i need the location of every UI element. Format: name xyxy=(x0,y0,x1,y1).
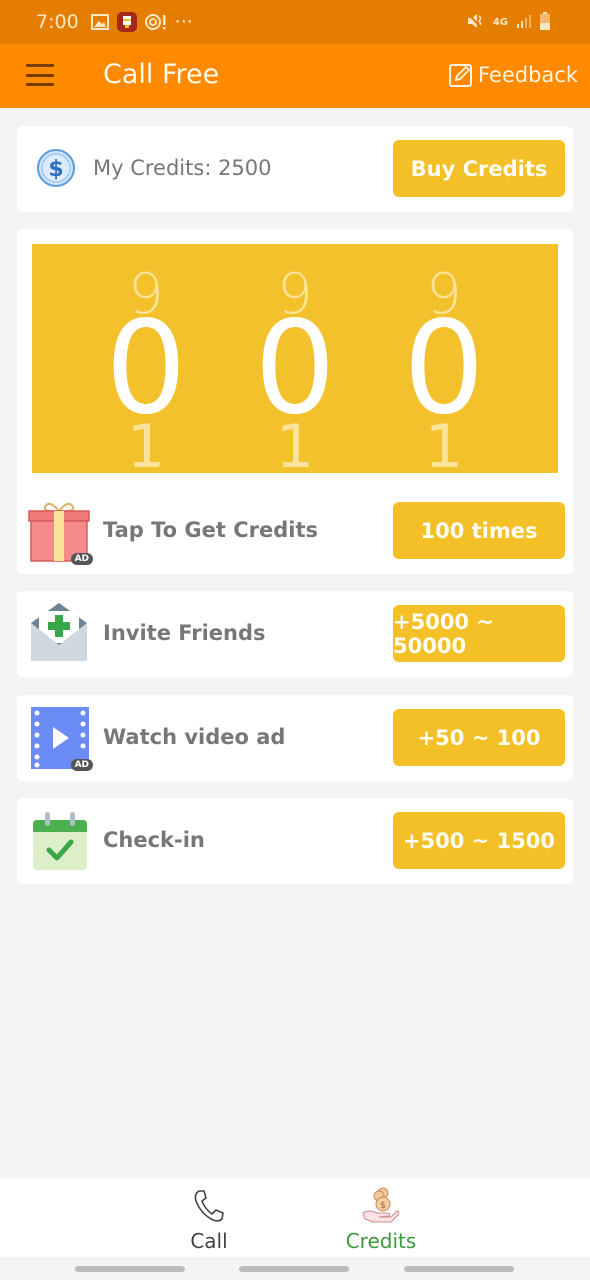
task-label: Tap To Get Credits xyxy=(103,518,319,542)
ad-badge: AD xyxy=(70,759,93,771)
gift-icon: AD xyxy=(27,499,93,565)
app-notification-icon xyxy=(116,12,137,32)
nav-credits-label: Credits xyxy=(345,1229,417,1253)
task-label: Invite Friends xyxy=(103,621,266,645)
my-credits-text: My Credits: 2500 xyxy=(93,156,272,180)
slot-machine-card: 9 0 1 9 0 1 9 0 1 AD Tap To Get Credits … xyxy=(17,229,573,574)
feedback-button[interactable]: Feedback xyxy=(448,62,578,88)
bottom-nav: Call $ Credits xyxy=(0,1179,590,1257)
slot-reel: 9 0 1 xyxy=(399,244,489,473)
slot-machine[interactable]: 9 0 1 9 0 1 9 0 1 xyxy=(32,244,558,473)
nav-call[interactable]: Call xyxy=(159,1187,259,1253)
image-icon xyxy=(90,14,109,30)
tap-to-get-credits-button[interactable]: 100 times xyxy=(393,502,565,559)
video-play-icon: AD xyxy=(27,705,93,771)
svg-text:$: $ xyxy=(380,1201,386,1211)
credits-card: $ My Credits: 2500 Buy Credits xyxy=(17,126,573,212)
back-button[interactable] xyxy=(404,1266,514,1272)
invite-friends-button[interactable]: +5000 ~ 50000 xyxy=(393,605,565,662)
ad-badge: AD xyxy=(70,553,93,565)
check-in-button[interactable]: +500 ~ 1500 xyxy=(393,812,565,869)
menu-button[interactable] xyxy=(26,64,54,86)
task-label: Check-in xyxy=(103,828,205,852)
alert-icon xyxy=(144,13,167,31)
status-bar: 7:00 ··· 4G xyxy=(0,0,590,44)
dollar-coin-icon: $ xyxy=(37,149,75,187)
svg-text:$: $ xyxy=(48,157,63,182)
home-button[interactable] xyxy=(239,1266,349,1272)
watch-video-card: AD Watch video ad +50 ~ 100 xyxy=(17,695,573,781)
more-dots-icon: ··· xyxy=(174,11,193,33)
feedback-label: Feedback xyxy=(477,63,578,87)
slot-reel: 9 0 1 xyxy=(250,244,340,473)
status-time: 7:00 xyxy=(36,11,79,33)
system-gesture-bar xyxy=(0,1257,590,1280)
app-bar: Call Free Feedback xyxy=(0,44,590,108)
reel-next-digit: 1 xyxy=(275,412,315,473)
hand-coins-icon: $ xyxy=(362,1187,400,1223)
slot-reel: 9 0 1 xyxy=(101,244,191,473)
battery-icon xyxy=(540,11,550,33)
mute-icon xyxy=(467,12,485,32)
reel-next-digit: 1 xyxy=(126,412,166,473)
invite-friends-card: Invite Friends +5000 ~ 50000 xyxy=(17,591,573,677)
recent-apps-button[interactable] xyxy=(75,1266,185,1272)
envelope-plus-icon xyxy=(27,601,91,665)
watch-video-button[interactable]: +50 ~ 100 xyxy=(393,709,565,766)
edit-icon xyxy=(448,64,472,87)
nav-credits[interactable]: $ Credits xyxy=(331,1187,431,1253)
calendar-check-icon xyxy=(27,808,91,872)
signal-icon xyxy=(516,14,532,31)
phone-icon xyxy=(194,1190,224,1222)
nav-call-label: Call xyxy=(190,1229,228,1253)
buy-credits-button[interactable]: Buy Credits xyxy=(393,140,565,197)
app-title: Call Free xyxy=(103,59,220,90)
check-in-card: Check-in +500 ~ 1500 xyxy=(17,798,573,884)
reel-next-digit: 1 xyxy=(424,412,464,473)
4g-icon: 4G xyxy=(492,16,508,28)
task-label: Watch video ad xyxy=(103,725,286,749)
hamburger-icon xyxy=(26,64,54,67)
